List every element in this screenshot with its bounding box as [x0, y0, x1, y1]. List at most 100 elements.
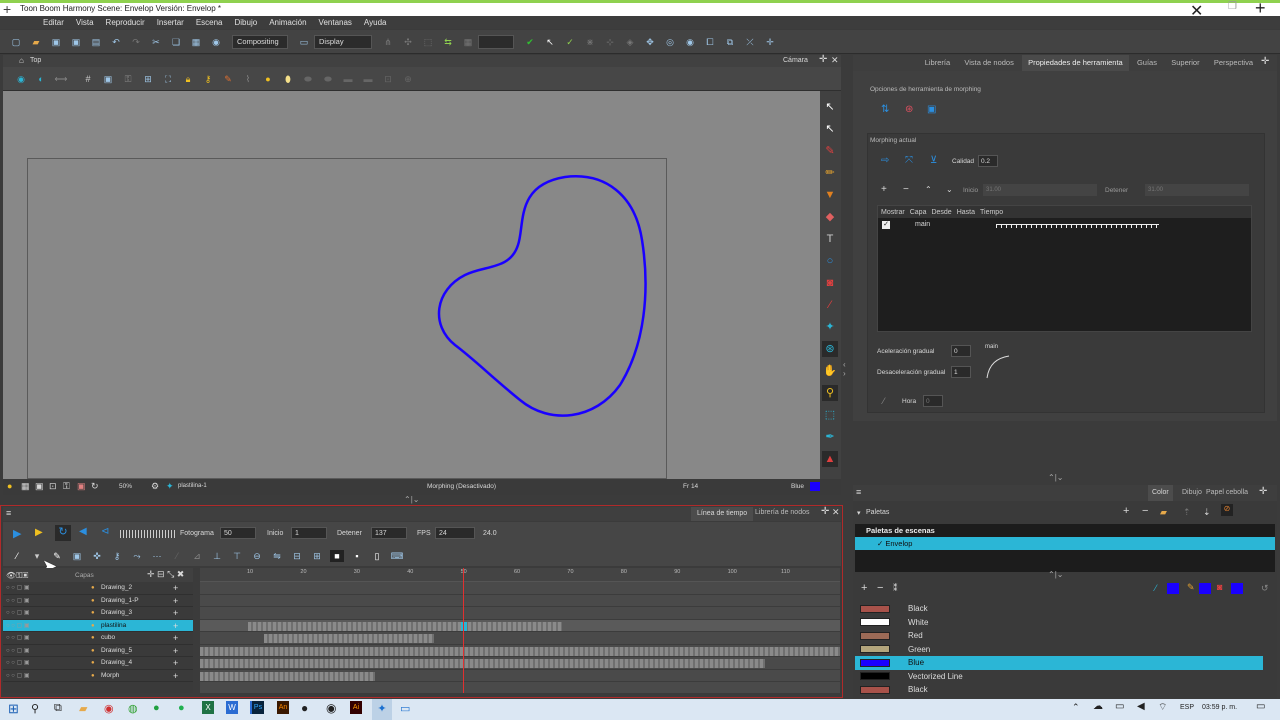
dropper-tool-icon[interactable]: ⁄ — [822, 297, 838, 313]
close-panel-icon[interactable]: ✕ — [831, 55, 839, 66]
down-icon[interactable]: ⌄ — [946, 185, 953, 194]
shade-d-icon[interactable]: ▬ — [361, 73, 375, 85]
bulb-status-icon[interactable]: ● — [7, 481, 12, 491]
clock[interactable]: 03:59 p. m. — [1202, 704, 1237, 711]
right-splitter-handle[interactable]: ⌃|⌄ — [1048, 473, 1063, 482]
screen-icon[interactable]: ▭ — [400, 702, 410, 715]
blue-swatch-c-icon[interactable] — [1231, 583, 1243, 594]
frame-status-icon[interactable]: ▣ — [35, 481, 44, 492]
morph-shape[interactable] — [430, 170, 660, 430]
open-icon[interactable]: ▰ — [29, 36, 43, 48]
shade-e-icon[interactable]: ⊡ — [381, 73, 395, 85]
layer-tools-icon[interactable]: 👁︎⚿▣ — [6, 569, 28, 582]
morph-hint-icon[interactable]: ⤧ — [905, 155, 913, 166]
tab-top[interactable]: Superior — [1165, 55, 1205, 71]
morph-forward-icon[interactable]: ⇨ — [881, 155, 889, 166]
current-cell[interactable] — [461, 621, 467, 631]
hand-tool-icon[interactable]: ✋ — [822, 363, 838, 379]
menu-item-dibujo[interactable]: Dibujo — [235, 18, 258, 27]
reset-status-icon[interactable]: ↻ — [91, 481, 99, 492]
sound-icon[interactable]: ◀︎ — [79, 526, 87, 537]
palette-item-envelop[interactable]: ✓ Envelop — [855, 537, 1275, 550]
chrome-icon[interactable]: ◉ — [104, 702, 114, 715]
home-icon[interactable]: ⌂ — [19, 56, 24, 65]
edit-color-icon[interactable]: ⁑ — [893, 583, 898, 594]
add-peg-icon[interactable]: ✜ — [90, 550, 104, 562]
loop-icon[interactable]: ↻ — [55, 525, 71, 541]
start-field[interactable]: 31.00 — [983, 184, 1097, 196]
layer-row[interactable]: ○ ○ ▢ ▣ ● plastilina + — [3, 619, 193, 633]
layer-row[interactable]: ○ ○ ▢ ▣ ● Drawing_5 + — [3, 645, 193, 658]
grid-icon[interactable]: # — [81, 73, 95, 85]
color-swatch-row[interactable]: Black — [855, 683, 1263, 697]
color-swatch-row[interactable]: Blue — [855, 656, 1263, 670]
exposure-bar[interactable] — [264, 634, 434, 643]
morph-option-b-icon[interactable]: ⊛ — [905, 104, 913, 115]
tab-node-library[interactable]: Librería de nodos — [755, 509, 809, 516]
green-flag-icon[interactable]: ✔ — [523, 36, 537, 48]
excel-icon[interactable]: X — [202, 701, 214, 714]
brush-color-icon[interactable]: ✎ — [1187, 582, 1195, 593]
bucket-color-icon[interactable]: ◙ — [1217, 582, 1222, 592]
stop-field[interactable]: 137 — [371, 527, 407, 539]
upwork-icon[interactable]: ◍ — [128, 702, 138, 715]
add-panel-icon[interactable]: ✛ — [1261, 56, 1269, 67]
add-panel-icon[interactable]: ✛ — [1259, 486, 1267, 497]
grid-status-icon[interactable]: ▦ — [21, 481, 30, 492]
layer-toggles-icon[interactable]: ○ ○ ▢ ▣ — [6, 632, 30, 645]
up-icon[interactable]: ⌃ — [925, 185, 932, 194]
scene-icon[interactable]: ▤ — [89, 36, 103, 48]
layer-add-icon[interactable]: + — [173, 582, 178, 595]
task-view-icon[interactable]: ⧉ — [54, 702, 62, 715]
start-icon[interactable]: ⊞ — [8, 701, 19, 717]
tool-e-icon[interactable]: ▦ — [461, 36, 475, 48]
transform-icon[interactable]: ✥ — [643, 36, 657, 48]
cloud-icon[interactable]: ☁ — [1093, 701, 1103, 712]
add-morph-button[interactable]: + — [881, 184, 887, 195]
harmony-icon[interactable]: ✦ — [372, 699, 392, 720]
menu-item-editar[interactable]: Editar — [43, 18, 64, 27]
tab-drawing[interactable]: Dibujo — [1182, 489, 1202, 496]
tab-tool-properties[interactable]: Propiedades de herramienta — [1022, 55, 1129, 71]
volume-icon[interactable]: ◀︎ — [1137, 701, 1145, 712]
zoom-tool-icon[interactable]: ⚲ — [822, 385, 838, 401]
layer-toggles-icon[interactable]: ○ ○ ▢ ▣ — [6, 620, 30, 633]
splitter-handle[interactable]: ⌃|⌄ — [404, 495, 419, 504]
check-icon[interactable]: ✓ — [563, 36, 577, 48]
rotate-icon[interactable]: ◎ — [663, 36, 677, 48]
right-splitter[interactable]: ‹ › — [843, 360, 846, 378]
ellipse-tool-icon[interactable]: ○ — [822, 253, 838, 269]
paint-bucket-icon[interactable]: ◙ — [822, 275, 838, 291]
tab-node-view[interactable]: Vista de nodos — [958, 55, 1019, 71]
close-panel-icon[interactable]: ✕ — [832, 507, 840, 518]
photoshop-icon[interactable]: Ps — [252, 701, 264, 714]
eye-icon[interactable]: ◐ — [34, 73, 48, 85]
blue-swatch-icon[interactable] — [1167, 583, 1179, 594]
menu-item-reproducir[interactable]: Reproducir — [106, 18, 145, 27]
menu-item-vista[interactable]: Vista — [76, 18, 94, 27]
palette-splitter[interactable]: ⌃|⌄ — [1048, 570, 1063, 579]
add-color-icon[interactable]: + — [861, 582, 867, 594]
morph-option-a-icon[interactable]: ⇅ — [881, 104, 889, 115]
pegs-icon[interactable]: ⛶ — [161, 73, 175, 85]
network-icon[interactable]: ▭ — [1115, 701, 1124, 712]
layer-add-icon[interactable]: + — [173, 645, 178, 658]
palettes-collapse-icon[interactable]: ▾ — [857, 509, 861, 517]
layer-row[interactable]: ○ ○ ▢ ▣ ● cubo + — [3, 632, 193, 645]
time-range-bar[interactable] — [996, 224, 1159, 228]
pencil-tool-icon[interactable]: ✏ — [822, 165, 838, 181]
remove-morph-button[interactable]: − — [903, 184, 909, 195]
track-row[interactable] — [200, 607, 840, 620]
tool-c-icon[interactable]: ⬚ — [421, 36, 435, 48]
maximize-icon[interactable]: ❐ — [1228, 1, 1237, 12]
layer-add-icon[interactable]: + — [173, 632, 178, 645]
pin-icon[interactable]: ⊹ — [603, 36, 617, 48]
display-dropdown[interactable]: Display — [314, 34, 372, 49]
layer-toggles-icon[interactable]: ○ ○ ▢ ▣ — [6, 582, 30, 595]
contour-editor-icon[interactable]: ↖ — [822, 121, 838, 137]
blue-contour[interactable] — [437, 175, 647, 417]
wifi-icon[interactable]: ⌔ — [1158, 701, 1167, 714]
text-tool-icon[interactable]: T — [822, 231, 838, 247]
add-panel-icon[interactable]: ✛ — [819, 54, 827, 65]
color-swatch-row[interactable]: Green — [855, 643, 1263, 657]
